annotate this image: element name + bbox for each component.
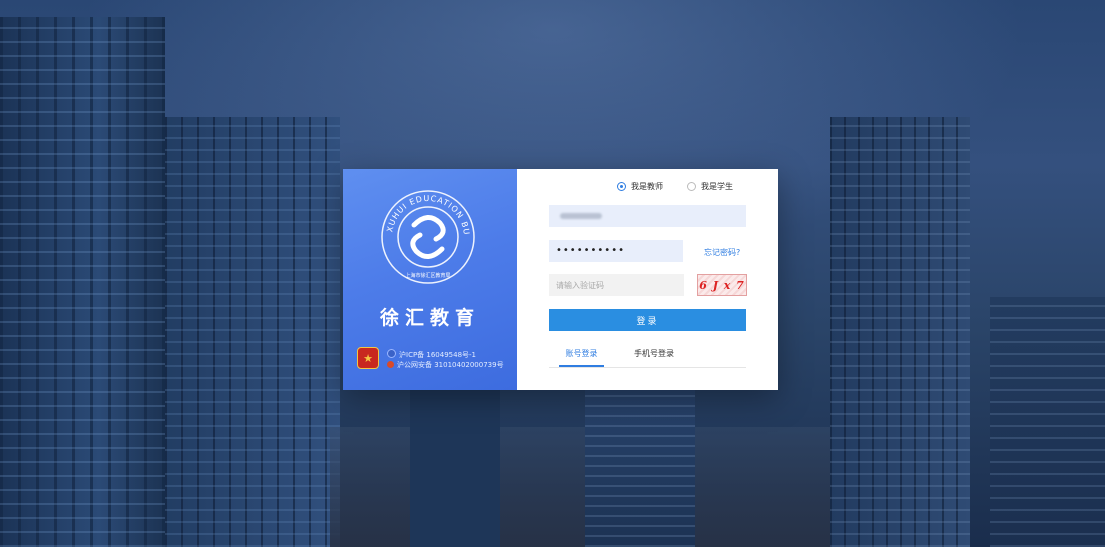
role-teacher-label: 我是教师 (631, 182, 663, 191)
tab-account-login[interactable]: 账号登录 (559, 345, 604, 367)
police-record[interactable]: 沪公网安备 31010402000739号 (387, 360, 504, 370)
building (990, 297, 1105, 547)
info-icon (387, 349, 396, 358)
login-button[interactable]: 登录 (549, 309, 746, 331)
role-student-radio[interactable]: 我是学生 (687, 181, 733, 192)
forgot-password-link[interactable]: 忘记密码? (704, 247, 740, 258)
building (830, 117, 970, 547)
captcha-image[interactable]: 6 J x 7 (697, 274, 747, 296)
brand-title: 徐汇教育 (379, 307, 480, 329)
icp-record[interactable]: 沪ICP备 16049548号-1 (387, 349, 476, 360)
login-method-tabs: 账号登录 手机号登录 (549, 345, 746, 368)
brand-panel: XUHUI EDUCATION BUREAU SHANGHAI 上海市徐汇区教育… (343, 169, 517, 390)
role-selector: 我是教师 我是学生 (617, 181, 733, 192)
police-badge-icon: ★ (357, 347, 379, 369)
building (410, 387, 500, 547)
education-bureau-logo: XUHUI EDUCATION BUREAU SHANGHAI 上海市徐汇区教育… (378, 187, 475, 284)
tab-phone-login[interactable]: 手机号登录 (634, 345, 674, 367)
redacted-username (560, 213, 602, 219)
logo-inner-text: 上海市徐汇区教育局 (405, 272, 450, 279)
login-form-panel: 我是教师 我是学生 •••••••••• 忘记密码? 6 J x 7 登录 账号… (517, 169, 778, 390)
building (0, 17, 165, 547)
password-input[interactable]: •••••••••• (549, 240, 683, 262)
police-record-text: 沪公网安备 31010402000739号 (397, 361, 504, 369)
building (165, 117, 340, 547)
radio-checked-icon (617, 182, 626, 191)
role-teacher-radio[interactable]: 我是教师 (617, 181, 663, 192)
icp-text: 沪ICP备 16049548号-1 (399, 351, 477, 359)
captcha-input[interactable] (549, 274, 684, 296)
shield-icon (387, 361, 394, 368)
radio-unchecked-icon (687, 182, 696, 191)
swirl-icon (410, 215, 446, 259)
login-card: XUHUI EDUCATION BUREAU SHANGHAI 上海市徐汇区教育… (343, 169, 778, 390)
role-student-label: 我是学生 (701, 182, 733, 191)
